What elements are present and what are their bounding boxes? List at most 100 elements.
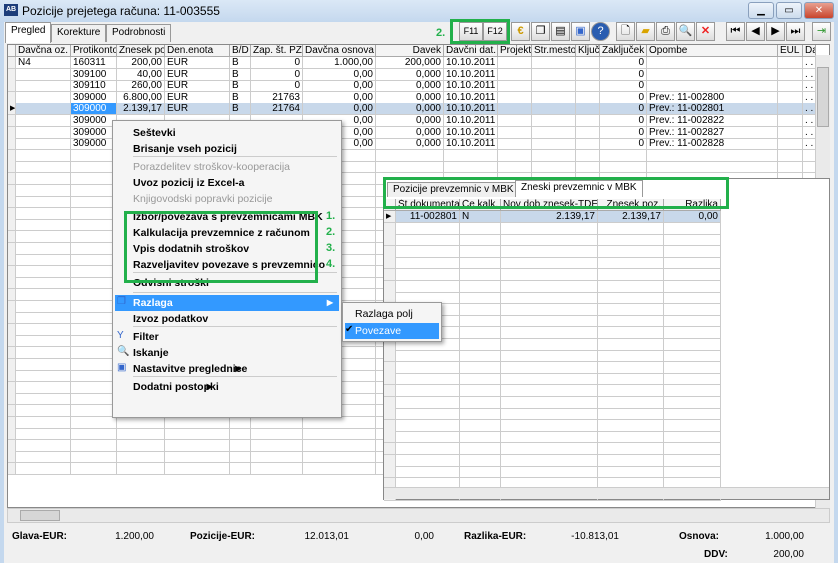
empty-cell[interactable] bbox=[165, 428, 230, 441]
new-document-icon[interactable]: 🗋 bbox=[616, 22, 635, 41]
empty-cell[interactable] bbox=[117, 463, 165, 475]
empty-cell[interactable] bbox=[501, 408, 598, 421]
row-indicator[interactable] bbox=[8, 91, 16, 104]
empty-cell[interactable] bbox=[444, 149, 498, 162]
empty-cell[interactable] bbox=[71, 242, 117, 255]
empty-cell[interactable] bbox=[501, 431, 598, 444]
table-cell[interactable] bbox=[647, 57, 778, 69]
table-cell[interactable] bbox=[16, 68, 71, 81]
table-cell[interactable]: B bbox=[230, 57, 251, 69]
hscroll-thumb[interactable] bbox=[20, 510, 60, 521]
empty-cell[interactable] bbox=[303, 463, 376, 475]
empty-cell[interactable] bbox=[501, 443, 598, 455]
empty-cell[interactable] bbox=[460, 292, 501, 305]
menu-item[interactable]: Uvoz pozicij iz Excel-a bbox=[133, 175, 244, 191]
empty-cell[interactable] bbox=[71, 289, 117, 301]
row-indicator[interactable] bbox=[384, 396, 396, 409]
panel-cell[interactable]: N bbox=[460, 211, 501, 223]
empty-cell[interactable] bbox=[664, 222, 721, 235]
row-indicator[interactable] bbox=[8, 300, 16, 313]
empty-cell[interactable] bbox=[501, 385, 598, 397]
table-cell[interactable]: Prev.: 11-002828 bbox=[647, 138, 778, 151]
empty-cell[interactable] bbox=[71, 463, 117, 475]
help-icon[interactable]: ? bbox=[591, 22, 610, 41]
empty-cell[interactable] bbox=[460, 338, 501, 351]
row-indicator[interactable] bbox=[8, 265, 16, 278]
empty-cell[interactable] bbox=[16, 439, 71, 452]
empty-cell[interactable] bbox=[71, 231, 117, 243]
submenu-item[interactable]: Povezave bbox=[345, 323, 439, 339]
empty-cell[interactable] bbox=[71, 451, 117, 464]
empty-cell[interactable] bbox=[598, 315, 664, 328]
table-cell[interactable] bbox=[647, 80, 778, 93]
empty-cell[interactable] bbox=[16, 277, 71, 290]
empty-cell[interactable] bbox=[460, 454, 501, 467]
empty-cell[interactable] bbox=[71, 265, 117, 278]
column-header[interactable]: Znesek poz. bbox=[117, 45, 165, 57]
row-indicator[interactable] bbox=[8, 68, 16, 81]
empty-cell[interactable] bbox=[396, 234, 460, 247]
table-cell[interactable]: 10.10.2011 bbox=[444, 103, 498, 116]
menu-item[interactable]: Izvoz podatkov bbox=[133, 311, 208, 327]
table-cell[interactable] bbox=[576, 68, 600, 81]
row-indicator[interactable] bbox=[8, 277, 16, 290]
empty-cell[interactable] bbox=[501, 361, 598, 374]
table-cell[interactable]: 0 bbox=[600, 138, 647, 151]
euro-icon[interactable]: € bbox=[511, 22, 530, 41]
table-cell[interactable]: B bbox=[230, 103, 251, 116]
empty-cell[interactable] bbox=[71, 196, 117, 209]
submenu-item[interactable]: Razlaga polj bbox=[355, 306, 439, 322]
row-indicator[interactable] bbox=[8, 335, 16, 348]
empty-cell[interactable] bbox=[251, 416, 303, 429]
table-cell[interactable]: 309000 bbox=[71, 138, 117, 151]
empty-cell[interactable] bbox=[396, 385, 460, 397]
table-cell[interactable] bbox=[498, 57, 532, 69]
empty-cell[interactable] bbox=[396, 361, 460, 374]
close-button[interactable]: ✕ bbox=[804, 2, 834, 19]
empty-cell[interactable] bbox=[501, 245, 598, 258]
maximize-button[interactable]: ▭ bbox=[776, 2, 802, 19]
minimize-button[interactable]: ▁ bbox=[748, 2, 774, 19]
empty-cell[interactable] bbox=[600, 149, 647, 162]
empty-cell[interactable] bbox=[598, 466, 664, 479]
row-indicator[interactable] bbox=[8, 393, 16, 406]
row-indicator[interactable] bbox=[8, 207, 16, 220]
empty-cell[interactable] bbox=[664, 350, 721, 363]
empty-cell[interactable] bbox=[460, 303, 501, 316]
empty-cell[interactable] bbox=[598, 222, 664, 235]
table-cell[interactable] bbox=[778, 57, 803, 69]
scroll-thumb[interactable] bbox=[817, 67, 829, 127]
empty-cell[interactable] bbox=[71, 416, 117, 429]
table-cell[interactable]: B bbox=[230, 80, 251, 93]
row-indicator[interactable] bbox=[8, 405, 16, 417]
table-cell[interactable] bbox=[532, 126, 576, 139]
table-cell[interactable]: 309000 bbox=[71, 126, 117, 139]
explain-icon[interactable]: ❐ bbox=[531, 22, 550, 41]
empty-cell[interactable] bbox=[303, 428, 376, 441]
table-cell[interactable] bbox=[532, 68, 576, 81]
row-indicator[interactable] bbox=[384, 222, 396, 235]
empty-cell[interactable] bbox=[460, 361, 501, 374]
empty-cell[interactable] bbox=[303, 416, 376, 429]
menu-item[interactable]: Seštevki bbox=[133, 125, 176, 141]
row-indicator[interactable] bbox=[8, 451, 16, 464]
table-cell[interactable] bbox=[498, 68, 532, 81]
table-cell[interactable]: 0 bbox=[600, 103, 647, 116]
empty-cell[interactable] bbox=[598, 303, 664, 316]
empty-cell[interactable] bbox=[778, 161, 803, 174]
table-cell[interactable] bbox=[778, 126, 803, 139]
tab-korekture[interactable]: Korekture bbox=[51, 24, 107, 42]
column-header[interactable]: Zap. št. PZ bbox=[251, 45, 303, 57]
row-indicator[interactable] bbox=[384, 408, 396, 421]
table-cell[interactable] bbox=[498, 138, 532, 151]
empty-cell[interactable] bbox=[598, 361, 664, 374]
row-indicator[interactable] bbox=[384, 419, 396, 432]
row-indicator[interactable] bbox=[384, 257, 396, 270]
empty-cell[interactable] bbox=[598, 419, 664, 432]
row-indicator[interactable] bbox=[8, 196, 16, 209]
empty-cell[interactable] bbox=[71, 207, 117, 220]
empty-cell[interactable] bbox=[16, 161, 71, 174]
empty-cell[interactable] bbox=[664, 234, 721, 247]
empty-cell[interactable] bbox=[396, 443, 460, 455]
column-header[interactable]: Projekt bbox=[498, 45, 532, 57]
